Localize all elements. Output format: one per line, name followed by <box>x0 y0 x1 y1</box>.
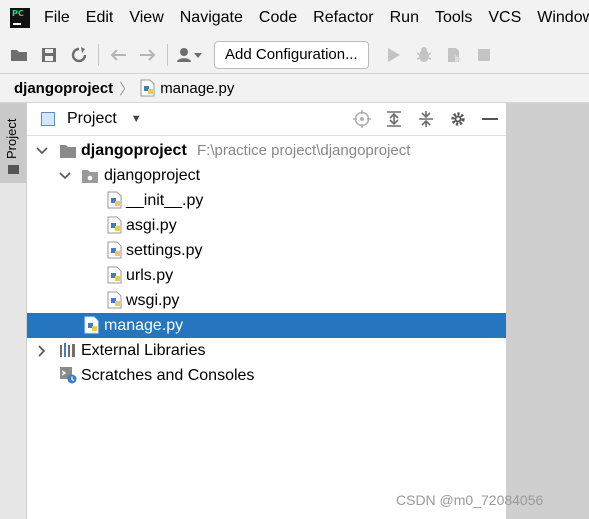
menu-view[interactable]: View <box>121 9 171 27</box>
breadcrumb-project[interactable]: djangoproject <box>14 80 113 97</box>
editor-area-empty <box>506 103 589 519</box>
add-configuration-button[interactable]: Add Configuration... <box>214 40 369 69</box>
main-toolbar: Add Configuration... <box>0 36 589 74</box>
python-file-icon <box>84 316 99 334</box>
tool-window-strip: Project <box>0 103 27 519</box>
tree-manage-name: manage.py <box>104 316 184 334</box>
chevron-down-icon[interactable] <box>36 145 48 157</box>
tree-file-name: asgi.py <box>126 216 177 234</box>
expand-all-icon[interactable] <box>378 103 410 135</box>
chevron-right-icon[interactable] <box>36 345 48 357</box>
run-icon[interactable] <box>379 41 409 69</box>
tree-row-external-libraries[interactable]: External Libraries <box>27 338 506 363</box>
menu-bar: PC File Edit View Navigate Code Refactor… <box>0 0 589 36</box>
breadcrumb-separator-icon: 〉 <box>119 80 135 98</box>
locate-file-icon[interactable] <box>346 103 378 135</box>
scratches-icon <box>60 367 77 384</box>
tree-external-libraries: External Libraries <box>81 341 206 359</box>
tree-file-name: settings.py <box>126 241 203 259</box>
menu-navigate[interactable]: Navigate <box>172 9 251 27</box>
library-icon <box>60 343 75 357</box>
tree-row-file[interactable]: settings.py <box>27 238 506 263</box>
back-arrow-icon[interactable] <box>103 41 133 69</box>
tree-row-manage-selected[interactable]: manage.py <box>27 313 506 338</box>
project-tool-tab[interactable]: Project <box>0 103 26 183</box>
toolbar-separator <box>98 43 99 66</box>
menu-vcs[interactable]: VCS <box>480 9 529 27</box>
tree-scratches: Scratches and Consoles <box>81 366 255 384</box>
breadcrumb-file[interactable]: manage.py <box>160 80 234 97</box>
folder-icon <box>60 145 76 158</box>
menu-code[interactable]: Code <box>251 9 305 27</box>
tree-root-path: F:\practice project\djangoproject <box>197 142 411 159</box>
chevron-down-icon[interactable]: ▼ <box>131 113 142 125</box>
coverage-icon[interactable] <box>439 41 469 69</box>
python-file-icon <box>107 266 122 284</box>
tree-file-name: wsgi.py <box>126 291 180 309</box>
tree-file-name: __init__.py <box>126 191 204 209</box>
tree-row-root[interactable]: djangoproject F:\practice project\django… <box>27 138 506 163</box>
tree-row-file[interactable]: __init__.py <box>27 188 506 213</box>
project-tool-tab-label: Project <box>4 118 19 159</box>
save-all-icon[interactable] <box>34 41 64 69</box>
menu-edit[interactable]: Edit <box>78 9 122 27</box>
project-panel-title[interactable]: Project <box>67 110 117 128</box>
tree-row-file[interactable]: urls.py <box>27 263 506 288</box>
tree-row-package[interactable]: djangoproject <box>27 163 506 188</box>
user-dropdown-icon[interactable] <box>172 41 208 69</box>
tree-package-name: djangoproject <box>104 166 201 184</box>
tree-root-name: djangoproject <box>81 141 187 159</box>
menu-refactor[interactable]: Refactor <box>305 9 381 27</box>
debug-icon[interactable] <box>409 41 439 69</box>
python-file-icon <box>107 191 122 209</box>
stop-icon[interactable] <box>469 41 499 69</box>
hide-panel-icon[interactable] <box>474 103 506 135</box>
menu-window[interactable]: Window <box>529 9 589 27</box>
open-folder-icon[interactable] <box>4 41 34 69</box>
forward-arrow-icon[interactable] <box>133 41 163 69</box>
watermark: CSDN @m0_72084056 <box>396 492 544 508</box>
project-panel: Project ▼ djangoproject F:\practice proj… <box>27 103 506 519</box>
tree-file-name: urls.py <box>126 266 174 284</box>
chevron-down-icon[interactable] <box>59 170 71 182</box>
tree-row-file[interactable]: asgi.py <box>27 213 506 238</box>
python-file-icon <box>107 241 122 259</box>
toolbar-separator <box>167 43 168 66</box>
gear-icon[interactable] <box>442 103 474 135</box>
project-view-icon <box>41 112 55 126</box>
breadcrumb: djangoproject 〉 manage.py <box>0 74 589 103</box>
menu-file[interactable]: File <box>38 9 78 27</box>
sync-icon[interactable] <box>64 41 94 69</box>
python-file-icon <box>140 79 156 97</box>
pycharm-logo-icon: PC <box>10 8 30 28</box>
menu-tools[interactable]: Tools <box>427 9 480 27</box>
folder-icon <box>8 165 19 174</box>
menu-run[interactable]: Run <box>382 9 427 27</box>
collapse-all-icon[interactable] <box>410 103 442 135</box>
tree-row-scratches[interactable]: Scratches and Consoles <box>27 363 506 388</box>
python-file-icon <box>107 216 122 234</box>
package-folder-icon <box>82 170 98 183</box>
project-panel-header: Project ▼ <box>27 103 506 136</box>
python-file-icon <box>107 291 122 309</box>
tree-row-file[interactable]: wsgi.py <box>27 288 506 313</box>
